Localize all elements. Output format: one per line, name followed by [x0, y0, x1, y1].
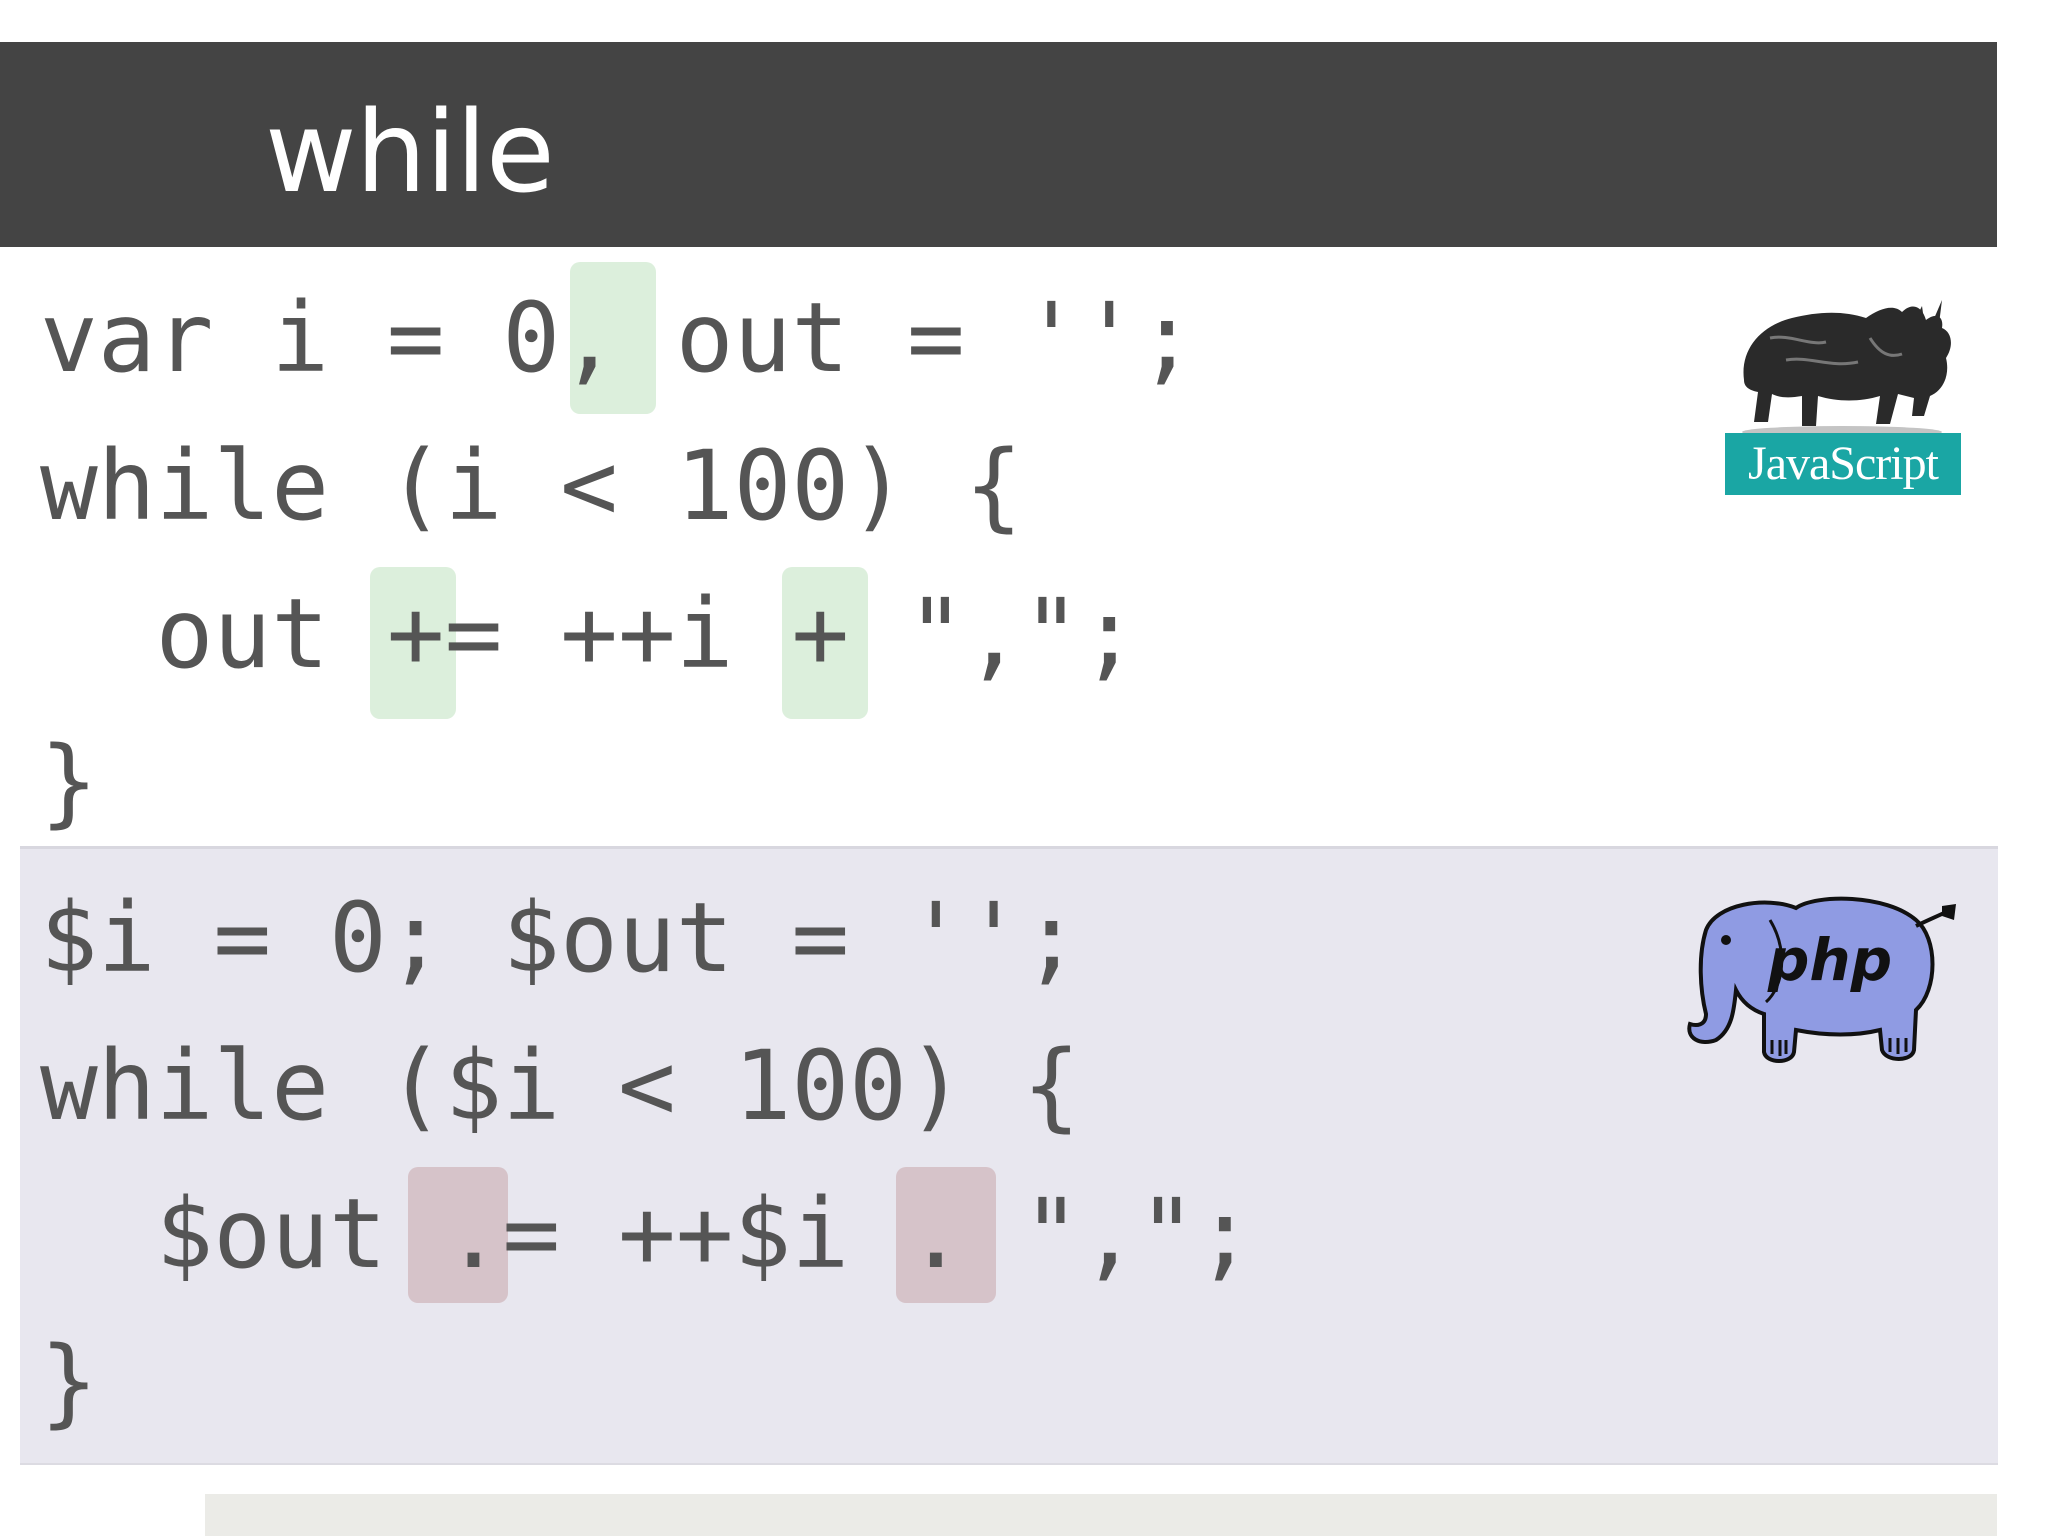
php-code-block: $i = 0; $out = ''; while ($i < 100) { $o… [40, 864, 1940, 1454]
php-logo: php [1676, 890, 1958, 1075]
javascript-code-block: var i = 0, out = ''; while (i < 100) { o… [40, 262, 1940, 844]
js-code-line-2: while (i < 100) { [40, 430, 1023, 542]
elephant-icon: php [1687, 896, 1956, 1063]
php-code-line-4: } [40, 1326, 98, 1438]
javascript-logo: JavaScript [1722, 298, 1964, 498]
js-code-line-3: out += ++i + ","; [40, 578, 1139, 690]
php-code-line-1: $i = 0; $out = ''; [40, 882, 1081, 994]
js-code-line-1: var i = 0, out = ''; [40, 282, 1196, 394]
rhino-icon [1742, 300, 1951, 438]
php-code-line-2: while ($i < 100) { [40, 1030, 1081, 1142]
javascript-logo-label: JavaScript [1725, 433, 1961, 495]
js-code-line-4: } [40, 726, 98, 838]
slide-title: while [265, 88, 555, 218]
php-code-line-3: $out .= ++$i . ","; [40, 1178, 1254, 1290]
php-logo-label: php [1767, 926, 1892, 994]
footer-bar [205, 1494, 1997, 1536]
slide: while var i = 0, out = ''; while (i < 10… [0, 0, 2048, 1536]
